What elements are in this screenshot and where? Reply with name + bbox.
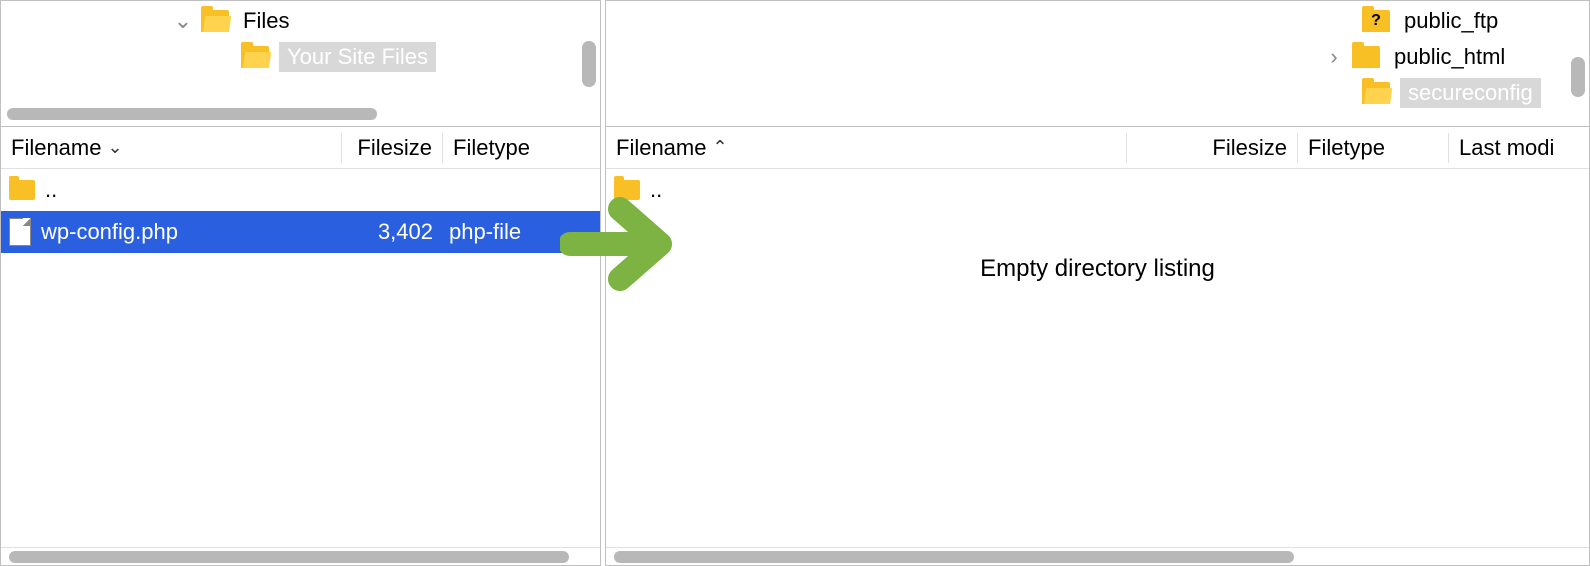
tree-item-public-html[interactable]: › public_html xyxy=(1322,39,1589,75)
folder-unknown-icon xyxy=(1362,10,1390,32)
folder-icon xyxy=(1362,82,1390,104)
column-header-filetype[interactable]: Filetype xyxy=(1298,135,1448,161)
column-header-filename[interactable]: Filename ⌄ xyxy=(1,135,341,161)
local-file-list[interactable]: .. wp-config.php 3,402 php-file xyxy=(1,169,600,547)
column-header-label: Filetype xyxy=(1308,135,1385,161)
chevron-down-icon[interactable]: ⌄ xyxy=(171,8,195,34)
filesize-label: 3,402 xyxy=(341,219,441,245)
column-header-label: Filename xyxy=(616,135,706,161)
column-header-label: Filesize xyxy=(357,135,432,161)
chevron-right-icon[interactable]: › xyxy=(1322,44,1346,70)
filename-label: wp-config.php xyxy=(41,219,178,245)
local-scrollbar-horizontal[interactable] xyxy=(1,547,600,565)
list-item-parent[interactable]: .. xyxy=(606,169,1589,211)
remote-column-headers: Filename ⌃ Filesize Filetype Last modi xyxy=(606,127,1589,169)
column-header-filename[interactable]: Filename ⌃ xyxy=(606,135,1126,161)
filetype-label: php-file xyxy=(441,219,581,245)
remote-scrollbar-horizontal[interactable] xyxy=(606,547,1589,565)
folder-icon xyxy=(201,10,229,32)
list-item-parent[interactable]: .. xyxy=(1,169,600,211)
empty-directory-message: Empty directory listing xyxy=(606,255,1589,283)
column-header-label: Filename xyxy=(11,135,101,161)
tree-item-label: secureconfig xyxy=(1400,78,1541,108)
column-header-label: Filesize xyxy=(1212,135,1287,161)
tree-scrollbar-horizontal[interactable] xyxy=(7,108,377,120)
column-header-label: Filetype xyxy=(453,135,530,161)
local-tree[interactable]: ⌄ Files Your Site Files xyxy=(1,1,600,127)
tree-item-label: public_html xyxy=(1390,42,1509,72)
tree-item-secureconfig[interactable]: secureconfig xyxy=(1362,75,1589,111)
folder-icon xyxy=(241,46,269,68)
column-header-filesize[interactable]: Filesize xyxy=(342,135,442,161)
tree-item-your-site-files[interactable]: Your Site Files xyxy=(241,39,600,75)
file-icon xyxy=(9,218,31,246)
filename-label: .. xyxy=(45,177,57,203)
filename-label: .. xyxy=(650,177,662,203)
tree-scrollbar-vertical[interactable] xyxy=(1571,57,1585,97)
remote-tree[interactable]: public_ftp › public_html secureconfig xyxy=(606,1,1589,127)
tree-scrollbar-vertical[interactable] xyxy=(582,41,596,87)
list-item-wp-config[interactable]: wp-config.php 3,402 php-file xyxy=(1,211,600,253)
sort-asc-icon: ⌃ xyxy=(712,137,727,158)
folder-icon xyxy=(9,180,35,200)
remote-pane: public_ftp › public_html secureconfig Fi… xyxy=(605,0,1590,566)
scrollbar-thumb[interactable] xyxy=(614,551,1294,563)
tree-item-files[interactable]: ⌄ Files xyxy=(171,3,600,39)
sort-desc-icon: ⌄ xyxy=(107,137,122,158)
column-header-filesize[interactable]: Filesize xyxy=(1127,135,1297,161)
local-column-headers: Filename ⌄ Filesize Filetype xyxy=(1,127,600,169)
tree-item-label: public_ftp xyxy=(1400,6,1502,36)
tree-item-label: Files xyxy=(239,6,293,36)
local-pane: ⌄ Files Your Site Files Filename ⌄ Files… xyxy=(0,0,601,566)
remote-file-list[interactable]: .. Empty directory listing xyxy=(606,169,1589,547)
tree-item-public-ftp[interactable]: public_ftp xyxy=(1362,3,1589,39)
column-header-lastmodified[interactable]: Last modi xyxy=(1449,135,1589,161)
column-header-label: Last modi xyxy=(1459,135,1554,161)
scrollbar-thumb[interactable] xyxy=(9,551,569,563)
folder-icon xyxy=(1352,46,1380,68)
tree-item-label: Your Site Files xyxy=(279,42,436,72)
folder-icon xyxy=(614,180,640,200)
column-header-filetype[interactable]: Filetype xyxy=(443,135,543,161)
